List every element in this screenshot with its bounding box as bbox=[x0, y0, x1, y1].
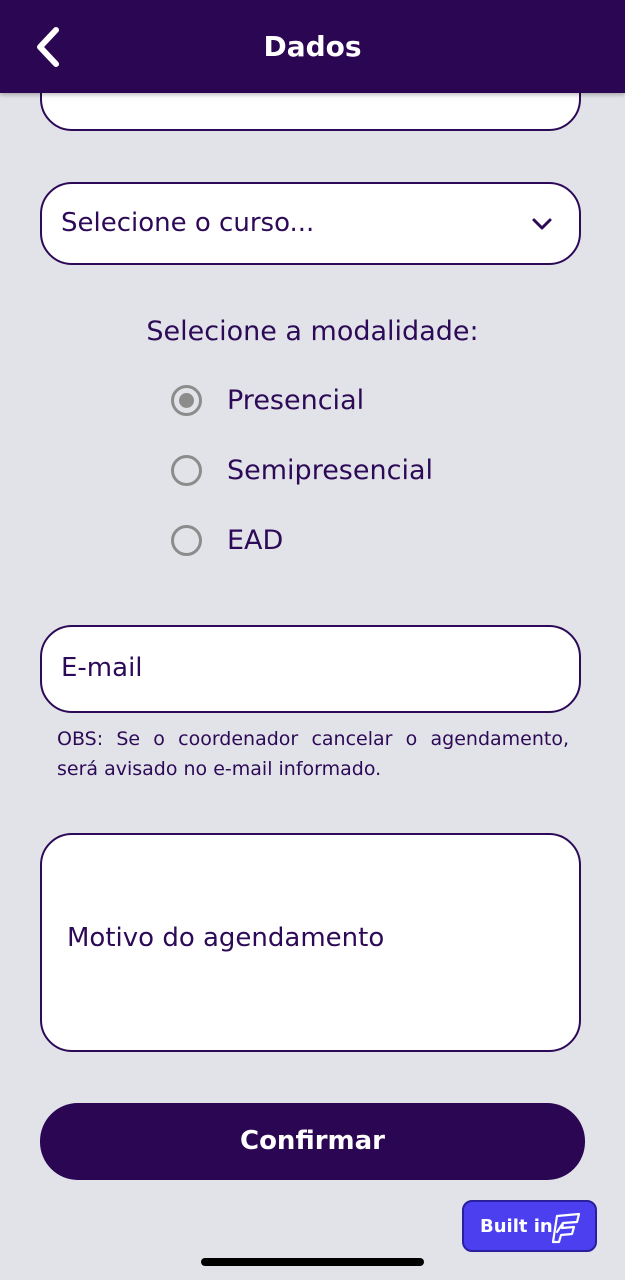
home-indicator bbox=[201, 1258, 424, 1266]
built-in-label: Built in bbox=[480, 1215, 553, 1237]
motivo-placeholder: Motivo do agendamento bbox=[67, 923, 385, 953]
radio-label: Presencial bbox=[227, 384, 365, 416]
radio-button[interactable] bbox=[171, 524, 202, 556]
email-placeholder: E-mail bbox=[61, 653, 143, 683]
modalidade-title: Selecione a modalidade: bbox=[146, 316, 479, 347]
radio-option-presencial[interactable]: Presencial bbox=[171, 380, 364, 420]
email-field[interactable]: E-mail bbox=[40, 625, 581, 713]
chevron-down-icon bbox=[532, 218, 552, 230]
course-select-placeholder: Selecione o curso... bbox=[61, 208, 315, 238]
radio-button-selected[interactable] bbox=[171, 384, 202, 416]
app-header: Dados bbox=[0, 0, 625, 93]
radio-option-semipresencial[interactable]: Semipresencial bbox=[171, 450, 433, 490]
built-in-badge[interactable]: Built in bbox=[462, 1200, 597, 1252]
radio-label: EAD bbox=[227, 524, 284, 556]
page-title: Dados bbox=[263, 30, 362, 63]
radio-label: Semipresencial bbox=[227, 454, 433, 486]
email-note: OBS: Se o coordenador cancelar o agendam… bbox=[57, 728, 569, 780]
radio-option-ead[interactable]: EAD bbox=[171, 520, 283, 560]
flutterflow-logo-icon bbox=[551, 1212, 581, 1244]
confirm-button[interactable]: Confirmar bbox=[40, 1103, 585, 1180]
course-select[interactable]: Selecione o curso... bbox=[40, 182, 581, 265]
radio-button[interactable] bbox=[171, 454, 202, 486]
motivo-textarea[interactable]: Motivo do agendamento bbox=[40, 833, 581, 1052]
